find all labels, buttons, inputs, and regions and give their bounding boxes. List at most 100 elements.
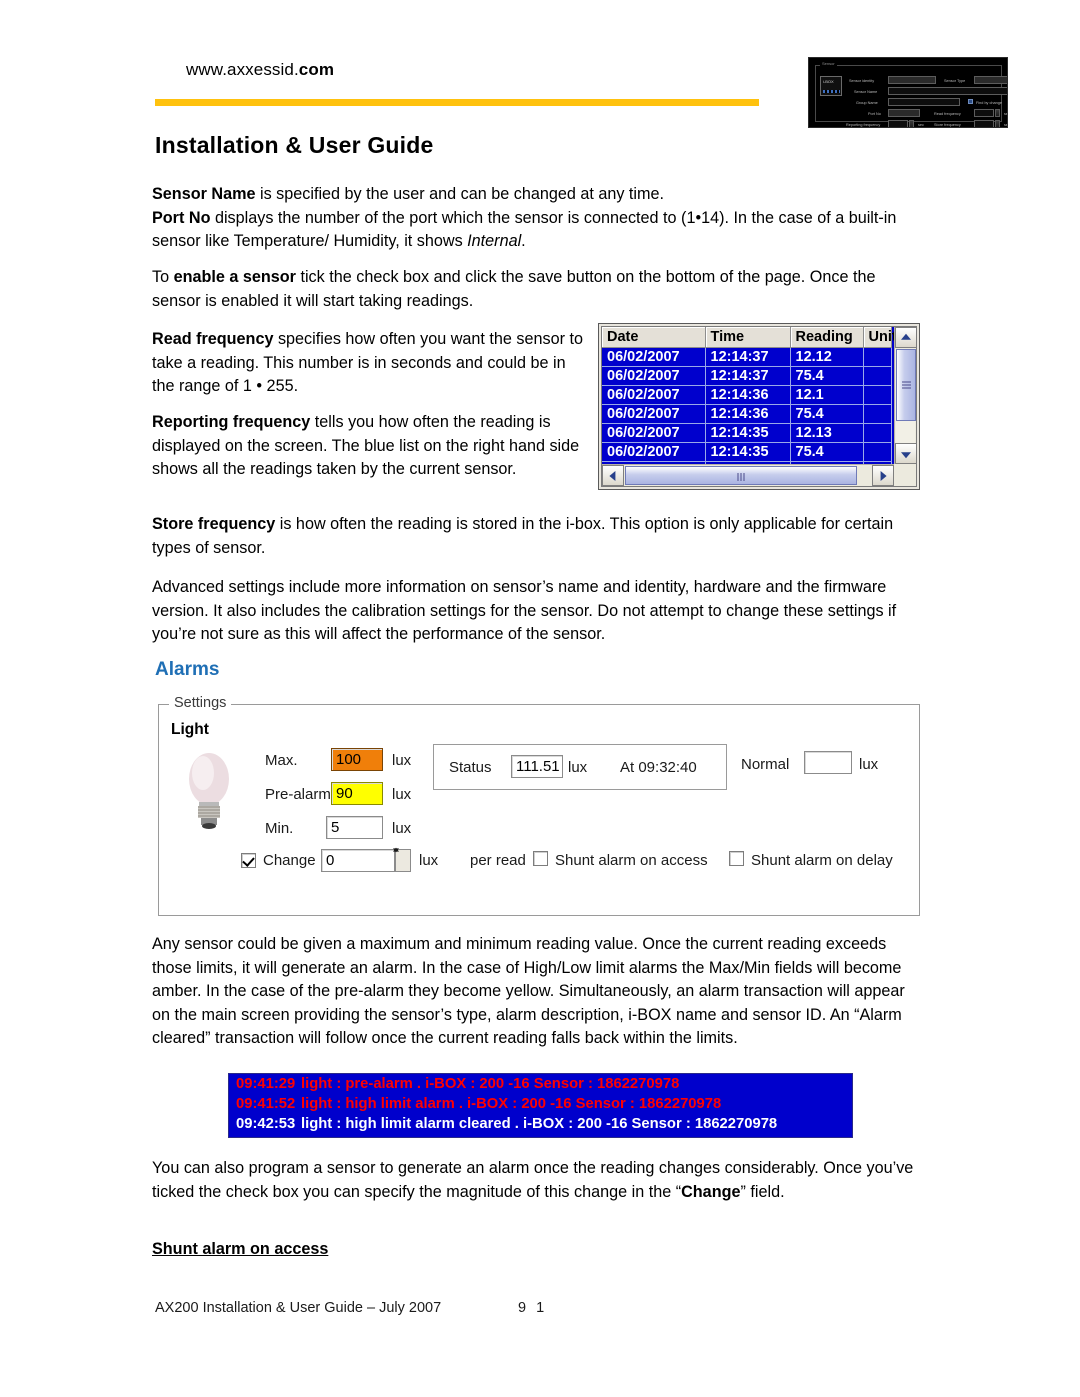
change-field[interactable]: 0 xyxy=(321,849,395,872)
thumbnail-groupbox: Sensor i-BOX Sensor identity Sensor Type… xyxy=(815,61,1007,127)
paragraph-1-rest: is specified by the user and can be chan… xyxy=(255,185,665,203)
column-header-unit[interactable]: Unit xyxy=(863,327,897,348)
thumbnail-label-port-no: Port No xyxy=(868,111,881,116)
column-header-date[interactable]: Date xyxy=(602,327,706,348)
thumbnail-label-sensor-type: Sensor Type xyxy=(944,78,966,83)
thumbnail-label-find-by-change: Find by change xyxy=(976,100,1002,105)
alarm-log-text: light : high limit alarm cleared . i-BOX… xyxy=(301,1116,778,1132)
sensor-dialog-thumbnail: Sensor i-BOX Sensor identity Sensor Type… xyxy=(808,57,1008,128)
readings-grid-inner: Date Time Reading Unit 06/02/2007 12:14:… xyxy=(601,326,917,487)
scroll-right-arrow-icon[interactable] xyxy=(872,465,894,486)
alarm-log-time: 09:41:29 xyxy=(236,1076,296,1092)
term-sensor-name: Sensor Name xyxy=(152,185,256,203)
cell-time: 12:14:36 xyxy=(705,385,791,405)
thumbnail-label-sensor-identity: Sensor identity xyxy=(849,78,875,83)
cell-time: 12:14:35 xyxy=(705,423,791,443)
term-read-frequency: Read frequency xyxy=(152,330,274,348)
pre-alarm-field[interactable]: 90 xyxy=(331,782,383,805)
change-checkbox[interactable] xyxy=(241,853,256,868)
thumbnail-label-store-frequency: Store frequency xyxy=(934,122,961,127)
paragraph-enable-sensor: To enable a sensor tick the check box an… xyxy=(152,266,924,313)
cell-date: 06/02/2007 xyxy=(602,366,706,386)
cell-date: 06/02/2007 xyxy=(602,347,706,367)
site-url: www.axxessid.com xyxy=(186,60,334,80)
horizontal-scrollbar[interactable] xyxy=(602,464,916,486)
table-row[interactable]: 06/02/2007 12:14:35 12.13 xyxy=(602,423,892,443)
page-title: Installation & User Guide xyxy=(155,132,434,158)
change-unit-label: lux xyxy=(419,852,439,869)
table-row[interactable]: 06/02/2007 12:14:36 75.4 xyxy=(602,404,892,424)
cell-reading: 75.4 xyxy=(790,442,864,462)
readings-table-body: 06/02/2007 12:14:37 12.12 06/02/2007 12:… xyxy=(602,347,892,481)
paragraph-advanced-settings: Advanced settings include more informati… xyxy=(152,578,897,643)
cell-unit xyxy=(863,442,892,462)
shunt-alarm-on-delay-checkbox[interactable] xyxy=(729,851,744,866)
thumbnail-find-by-change-checkbox xyxy=(968,99,973,104)
term-change: Change xyxy=(681,1182,741,1201)
site-url-bold: com xyxy=(298,60,335,79)
min-label: Min. xyxy=(265,820,294,837)
vertical-scrollbar[interactable] xyxy=(894,327,916,486)
paragraph-3-a: To xyxy=(152,268,174,286)
cell-reading: 12.12 xyxy=(790,347,864,367)
max-field[interactable]: 100 xyxy=(331,748,383,771)
sensor-type-label: Light xyxy=(171,721,209,738)
scrollbar-corner xyxy=(894,464,916,486)
thumbnail-unit-read-frequency: sec xyxy=(1004,111,1008,116)
cell-unit xyxy=(863,423,892,443)
table-row[interactable]: 06/02/2007 12:14:37 12.12 xyxy=(602,347,892,367)
term-enable-a-sensor: enable a sensor xyxy=(173,268,296,286)
alarm-log-row: 09:41:29 light : pre-alarm . i-BOX : 200… xyxy=(229,1076,852,1096)
change-stepper[interactable] xyxy=(395,849,411,872)
max-unit-label: lux xyxy=(392,752,412,769)
status-unit-label: lux xyxy=(568,759,588,776)
alarm-log-time: 09:41:52 xyxy=(236,1096,296,1112)
cell-time: 12:14:35 xyxy=(705,442,791,462)
thumbnail-label-group-name: Group Name xyxy=(856,100,878,105)
paragraph-9-b: ” field. xyxy=(740,1182,785,1201)
min-unit-label: lux xyxy=(392,820,412,837)
scroll-left-arrow-icon[interactable] xyxy=(602,465,624,486)
thumbnail-label-read-frequency: Read frequency xyxy=(934,111,961,116)
thumbnail-field-port-no xyxy=(888,109,920,117)
document-page: www.axxessid.com Installation & User Gui… xyxy=(0,0,1080,1397)
alarm-log-time: 09:42:53 xyxy=(236,1116,296,1132)
horizontal-scroll-thumb[interactable] xyxy=(625,466,857,485)
normal-field[interactable] xyxy=(804,751,852,774)
alarm-transaction-log: 09:41:29 light : pre-alarm . i-BOX : 200… xyxy=(228,1073,853,1138)
min-field[interactable]: 5 xyxy=(326,816,383,839)
table-row[interactable]: 06/02/2007 12:14:37 75.4 xyxy=(602,366,892,386)
thumbnail-field-group-name xyxy=(888,98,960,106)
thumbnail-field-sensor-type xyxy=(974,76,1007,84)
normal-label: Normal xyxy=(741,756,790,773)
vertical-scroll-track[interactable] xyxy=(896,421,915,443)
paragraph-alarm-behaviour: Any sensor could be given a maximum and … xyxy=(152,935,905,1047)
shunt-alarm-on-access-checkbox[interactable] xyxy=(533,851,548,866)
column-header-time[interactable]: Time xyxy=(705,327,791,348)
footer-page-number: 9 1 xyxy=(518,1300,548,1316)
max-label: Max. xyxy=(265,752,298,769)
thumbnail-field-store-frequency xyxy=(974,120,994,127)
per-read-label: per read xyxy=(470,852,526,869)
pre-alarm-label: Pre-alarm xyxy=(265,786,331,803)
cell-time: 12:14:37 xyxy=(705,366,791,386)
column-header-reading[interactable]: Reading xyxy=(790,327,864,348)
cell-reading: 75.4 xyxy=(790,404,864,424)
thumbnail-label-reporting-frequency: Reporting frequency xyxy=(846,122,881,127)
cell-date: 06/02/2007 xyxy=(602,404,706,424)
vertical-scroll-thumb[interactable] xyxy=(896,349,916,421)
cell-reading: 12.13 xyxy=(790,423,864,443)
thumbnail-ibox-badge: i-BOX xyxy=(820,76,842,96)
cell-time: 12:14:36 xyxy=(705,404,791,424)
alarm-log-text: light : pre-alarm . i-BOX : 200 -16 Sens… xyxy=(301,1076,680,1092)
light-bulb-icon xyxy=(189,753,229,829)
thumbnail-unit-store-frequency: sec xyxy=(1004,122,1008,127)
scroll-up-arrow-icon[interactable] xyxy=(895,327,916,348)
paragraph-reporting-frequency: Reporting frequency tells you how often … xyxy=(152,411,584,482)
table-row[interactable]: 06/02/2007 12:14:35 75.4 xyxy=(602,442,892,462)
table-row[interactable]: 06/02/2007 12:14:36 12.1 xyxy=(602,385,892,405)
readings-grid[interactable]: Date Time Reading Unit 06/02/2007 12:14:… xyxy=(598,323,920,490)
status-value-field: 111.51 xyxy=(511,755,563,778)
scroll-down-arrow-icon[interactable] xyxy=(895,443,916,464)
readings-table: Date Time Reading Unit 06/02/2007 12:14:… xyxy=(602,327,897,481)
